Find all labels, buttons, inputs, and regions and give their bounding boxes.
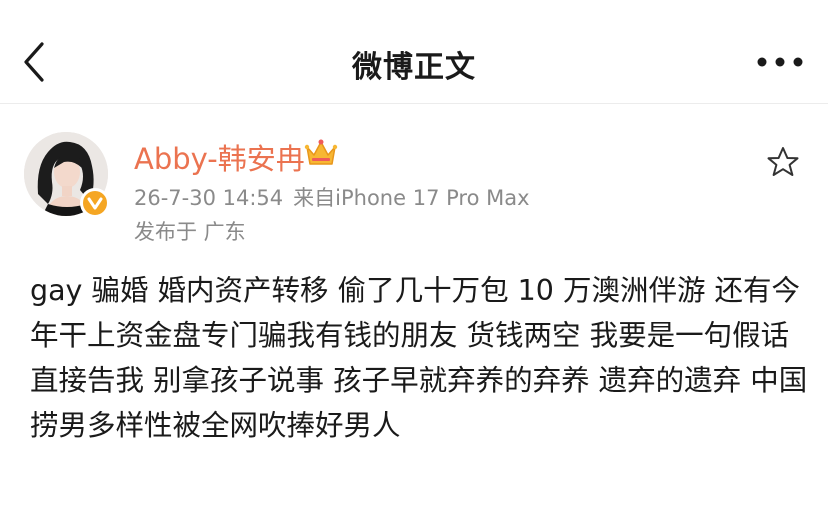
more-options-button[interactable] <box>752 52 808 72</box>
member-badge[interactable] <box>304 138 338 170</box>
verified-badge-icon <box>87 197 103 210</box>
more-dots-icon <box>757 57 803 67</box>
post-location: 发布于 广东 <box>134 220 246 244</box>
top-nav-bar: 微博正文 <box>0 0 828 104</box>
star-icon <box>767 147 799 176</box>
post-content: gay 骗婚 婚内资产转移 偷了几十万包 10 万澳洲伴游 还有今年干上资金盘专… <box>30 274 808 442</box>
post-timestamp: 26-7-30 14:54 <box>134 186 284 210</box>
post-source: 来自iPhone 17 Pro Max <box>293 186 530 210</box>
post-meta: 26-7-30 14:54 来自iPhone 17 Pro Max <box>134 182 530 212</box>
favorite-button[interactable] <box>766 146 800 178</box>
page-title: 微博正文 <box>352 50 476 85</box>
author-name[interactable]: Abby-韩安冉 <box>134 136 305 178</box>
crown-icon <box>304 139 338 165</box>
verified-badge <box>80 188 110 218</box>
